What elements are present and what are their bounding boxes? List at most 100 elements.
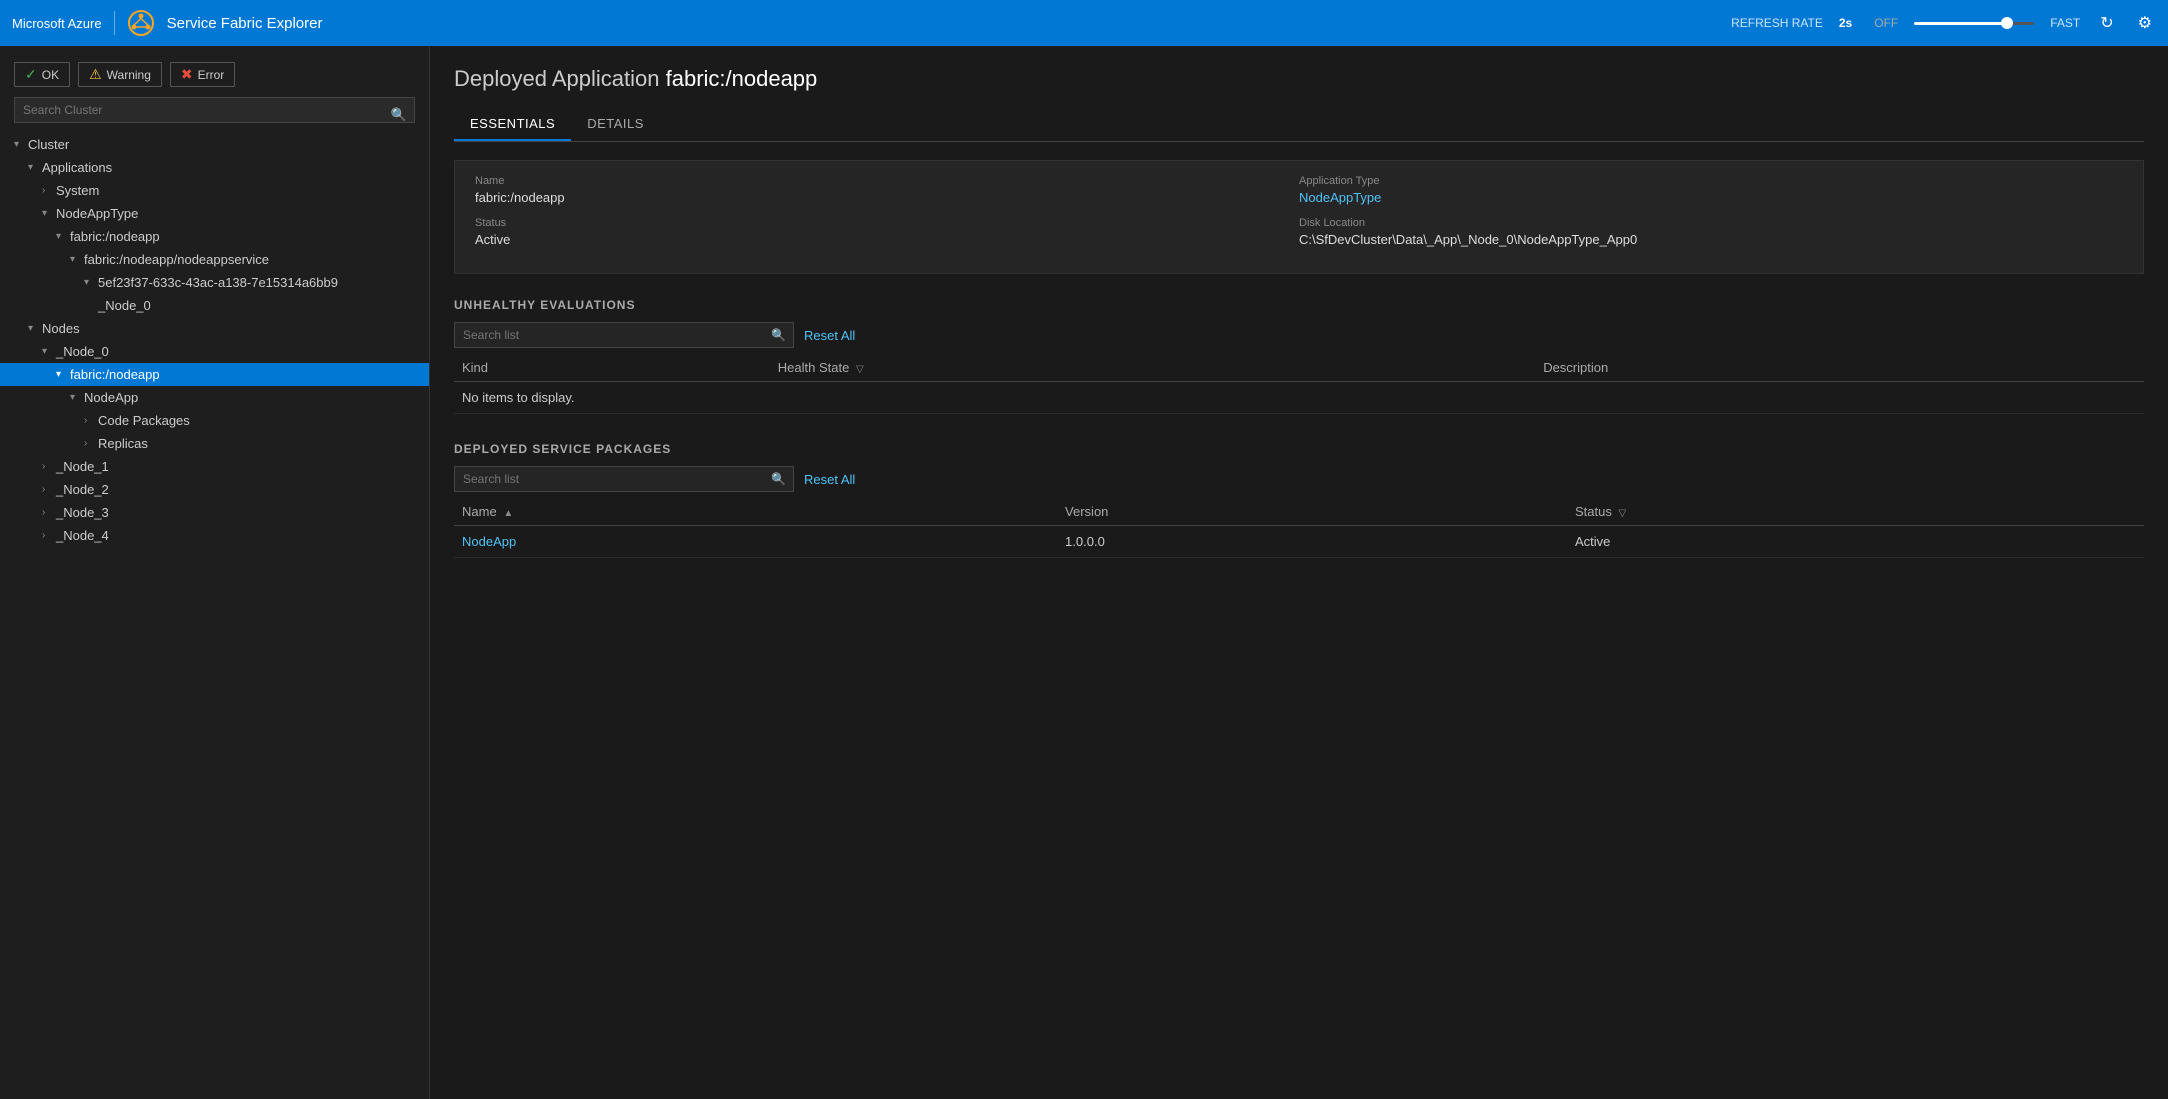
search-cluster-input[interactable] xyxy=(14,97,415,123)
tree-item-13[interactable]: ›Replicas xyxy=(0,432,429,455)
tree-label-5: fabric:/nodeapp/nodeappservice xyxy=(84,252,269,267)
unhealthy-evaluations-table: Kind Health State ▽ Description No items xyxy=(454,354,2144,414)
tree-item-7[interactable]: _Node_0 xyxy=(0,294,429,317)
tree-item-16[interactable]: ›_Node_3 xyxy=(0,501,429,524)
service-fabric-icon xyxy=(127,9,155,37)
col-health-state: Health State ▽ xyxy=(770,354,1535,382)
error-status-button[interactable]: ✖ Error xyxy=(170,62,235,87)
status-value: Active xyxy=(475,232,1299,247)
unhealthy-table-head: Kind Health State ▽ Description xyxy=(454,354,2144,382)
tree-chevron-1: ▾ xyxy=(28,162,42,173)
tree-label-2: System xyxy=(56,183,99,198)
topbar: Microsoft Azure Service Fabric Explorer … xyxy=(0,0,2168,46)
pkg-name-sort-icon[interactable]: ▲ xyxy=(503,508,513,519)
packages-table-header-row: Name ▲ Version Status ▽ xyxy=(454,498,2144,526)
tree-label-15: _Node_2 xyxy=(56,482,109,497)
page-title-app: fabric:/nodeapp xyxy=(666,66,818,91)
unhealthy-evaluations-header: UNHEALTHY EVALUATIONS xyxy=(454,298,2144,312)
name-label: Name xyxy=(475,175,1299,187)
col-pkg-status: Status ▽ xyxy=(1567,498,2144,526)
packages-reset-all-button[interactable]: Reset All xyxy=(804,472,855,487)
ok-label: OK xyxy=(42,68,59,82)
tree-chevron-5: ▾ xyxy=(70,254,84,265)
tree-item-5[interactable]: ▾fabric:/nodeapp/nodeappservice xyxy=(0,248,429,271)
tab-essentials[interactable]: ESSENTIALS xyxy=(454,108,571,141)
essentials-disklocation-field: Disk Location C:\SfDevCluster\Data\_App\… xyxy=(1299,217,2123,259)
tree-label-6: 5ef23f37-633c-43ac-a138-7e15314a6bb9 xyxy=(98,275,338,290)
tree-label-1: Applications xyxy=(42,160,112,175)
refresh-button[interactable]: ↻ xyxy=(2096,9,2117,37)
app-title: Service Fabric Explorer xyxy=(167,15,323,32)
no-items-text: No items to display. xyxy=(454,382,2144,414)
warning-status-button[interactable]: ⚠ Warning xyxy=(78,62,162,87)
pkg-status-filter-icon[interactable]: ▽ xyxy=(1618,508,1626,519)
warning-label: Warning xyxy=(107,68,151,82)
deployed-service-packages-section: DEPLOYED SERVICE PACKAGES 🔍 Reset All Na… xyxy=(454,442,2144,558)
tree-item-14[interactable]: ›_Node_1 xyxy=(0,455,429,478)
tree-item-15[interactable]: ›_Node_2 xyxy=(0,478,429,501)
packages-table-controls: 🔍 Reset All xyxy=(454,466,2144,492)
packages-search-input[interactable] xyxy=(454,466,794,492)
tree-label-17: _Node_4 xyxy=(56,528,109,543)
status-label: Status xyxy=(475,217,1299,229)
tree-item-3[interactable]: ▾NodeAppType xyxy=(0,202,429,225)
main-layout: ✓ OK ⚠ Warning ✖ Error 🔍 ▾Cluster▾Applic… xyxy=(0,46,2168,1099)
apptype-label: Application Type xyxy=(1299,175,2123,187)
sidebar-tree: ▾Cluster▾Applications›System▾NodeAppType… xyxy=(0,133,429,547)
health-state-filter-icon[interactable]: ▽ xyxy=(856,364,864,375)
tree-label-9: _Node_0 xyxy=(56,344,109,359)
refresh-fast-label: FAST xyxy=(2050,16,2080,30)
topbar-divider xyxy=(114,11,115,35)
unhealthy-no-items-row: No items to display. xyxy=(454,382,2144,414)
col-pkg-version: Version xyxy=(1057,498,1567,526)
refresh-rate-value: 2s xyxy=(1839,16,1852,30)
ok-status-button[interactable]: ✓ OK xyxy=(14,62,70,87)
apptype-value[interactable]: NodeAppType xyxy=(1299,190,2123,205)
tree-chevron-17: › xyxy=(42,530,56,541)
tree-chevron-16: › xyxy=(42,507,56,518)
pkg-name-cell[interactable]: NodeApp xyxy=(454,526,1057,558)
unhealthy-evaluations-section: UNHEALTHY EVALUATIONS 🔍 Reset All Kind H… xyxy=(454,298,2144,414)
unhealthy-reset-all-button[interactable]: Reset All xyxy=(804,328,855,343)
tree-item-1[interactable]: ▾Applications xyxy=(0,156,429,179)
sidebar: ✓ OK ⚠ Warning ✖ Error 🔍 ▾Cluster▾Applic… xyxy=(0,46,430,1099)
tree-item-0[interactable]: ▾Cluster xyxy=(0,133,429,156)
content-area: Deployed Application fabric:/nodeapp ESS… xyxy=(430,46,2168,1099)
tree-chevron-10: ▾ xyxy=(56,369,70,380)
tree-item-4[interactable]: ▾fabric:/nodeapp xyxy=(0,225,429,248)
refresh-rate-label: REFRESH RATE xyxy=(1731,16,1823,30)
tree-item-2[interactable]: ›System xyxy=(0,179,429,202)
tab-details[interactable]: DETAILS xyxy=(571,108,660,141)
tree-label-3: NodeAppType xyxy=(56,206,138,221)
col-pkg-name: Name ▲ xyxy=(454,498,1057,526)
tree-chevron-11: ▾ xyxy=(70,392,84,403)
essentials-name-field: Name fabric:/nodeapp xyxy=(475,175,1299,205)
deployed-service-packages-header: DEPLOYED SERVICE PACKAGES xyxy=(454,442,2144,456)
tree-label-7: _Node_0 xyxy=(98,298,151,313)
tree-item-10[interactable]: ▾fabric:/nodeapp xyxy=(0,363,429,386)
tree-chevron-0: ▾ xyxy=(14,139,28,150)
tree-chevron-14: › xyxy=(42,461,56,472)
page-title: Deployed Application fabric:/nodeapp xyxy=(454,66,2144,92)
tree-chevron-6: ▾ xyxy=(84,277,98,288)
tree-item-8[interactable]: ▾Nodes xyxy=(0,317,429,340)
col-description: Description xyxy=(1535,354,2144,382)
packages-table-head: Name ▲ Version Status ▽ xyxy=(454,498,2144,526)
tree-item-11[interactable]: ▾NodeApp xyxy=(0,386,429,409)
settings-button[interactable]: ⚙ xyxy=(2134,9,2156,37)
tree-label-8: Nodes xyxy=(42,321,80,336)
error-icon: ✖ xyxy=(181,66,193,83)
refresh-rate-slider[interactable] xyxy=(1914,22,2034,25)
tree-chevron-13: › xyxy=(84,438,98,449)
unhealthy-search-input[interactable] xyxy=(454,322,794,348)
tree-label-4: fabric:/nodeapp xyxy=(70,229,160,244)
tree-label-0: Cluster xyxy=(28,137,69,152)
tree-item-17[interactable]: ›_Node_4 xyxy=(0,524,429,547)
warning-icon: ⚠ xyxy=(89,66,102,83)
deployed-packages-table: Name ▲ Version Status ▽ NodeApp1.0.0.0Ac… xyxy=(454,498,2144,558)
tree-item-6[interactable]: ▾5ef23f37-633c-43ac-a138-7e15314a6bb9 xyxy=(0,271,429,294)
tree-item-9[interactable]: ▾_Node_0 xyxy=(0,340,429,363)
search-cluster-container: 🔍 xyxy=(0,97,429,133)
tree-item-12[interactable]: ›Code Packages xyxy=(0,409,429,432)
page-title-prefix: Deployed Application xyxy=(454,66,659,91)
